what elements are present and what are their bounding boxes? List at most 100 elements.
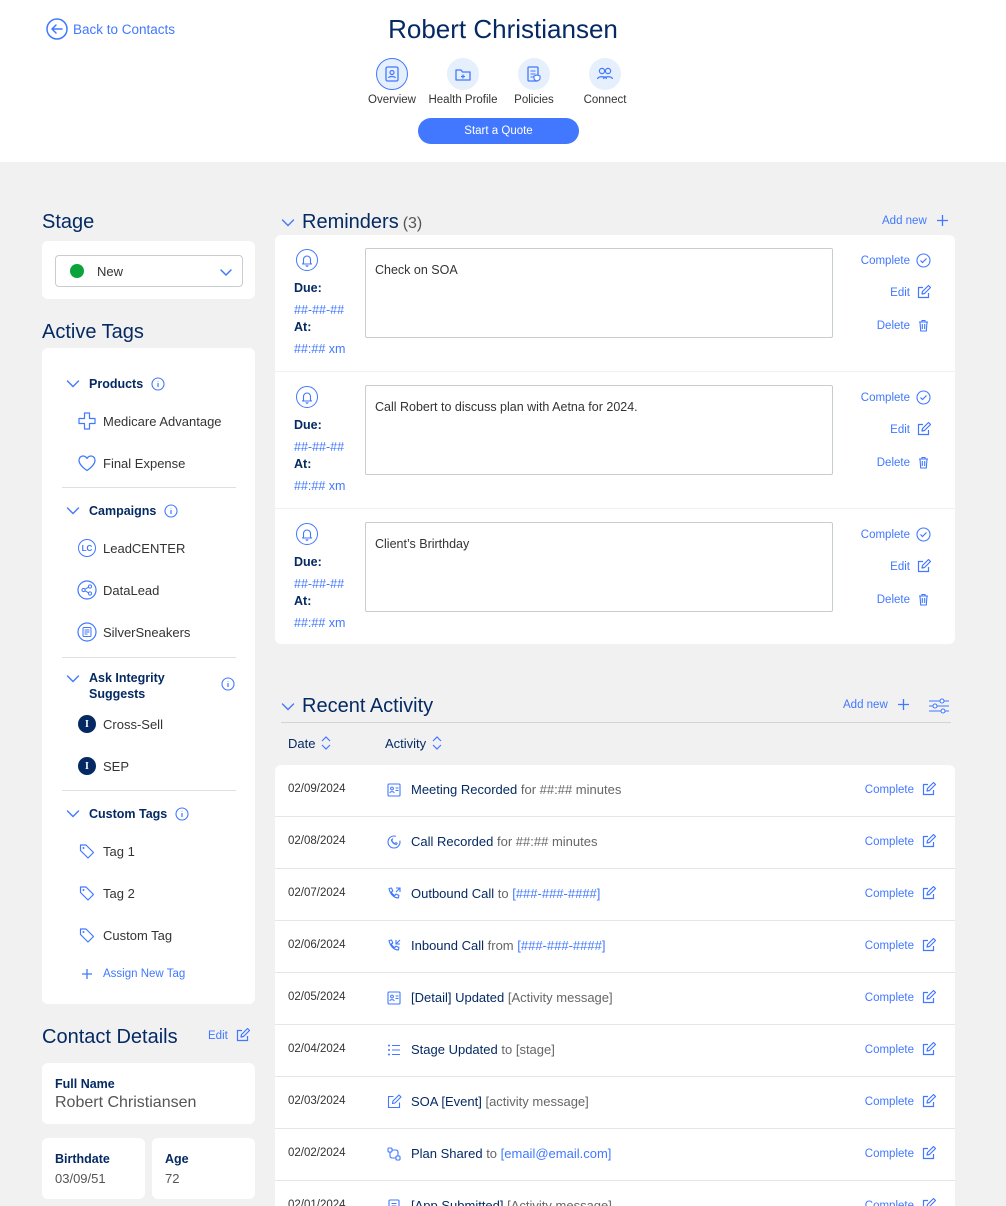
activity-row: 02/06/2024 Inbound Call from [###-###-###… xyxy=(275,921,955,972)
tag-item[interactable]: Final Expense xyxy=(77,453,185,473)
tag-item[interactable]: I Cross-Sell xyxy=(77,714,163,734)
app-submitted-icon xyxy=(386,1198,402,1206)
reminder-delete-button[interactable]: Delete xyxy=(877,455,931,470)
activity-title: SOA [Event] xyxy=(411,1094,482,1109)
reminder-edit-button[interactable]: Edit xyxy=(890,559,931,574)
tag-item[interactable]: Custom Tag xyxy=(77,925,172,945)
reminder-delete-button[interactable]: Delete xyxy=(877,592,931,607)
activity-add-new-button[interactable]: Add new xyxy=(843,698,910,711)
activity-detail[interactable]: [###-###-####] xyxy=(512,886,600,901)
info-icon[interactable] xyxy=(151,377,165,391)
connect-icon xyxy=(589,58,621,90)
reminder-delete-button[interactable]: Delete xyxy=(877,318,931,333)
edit-icon xyxy=(921,834,936,849)
info-icon[interactable] xyxy=(175,807,189,821)
tag-group-label: Ask Integrity Suggests xyxy=(89,671,165,701)
due-label: Due: xyxy=(294,555,322,569)
chevron-down-icon xyxy=(66,674,80,684)
activity-detail: [Activity message] xyxy=(507,990,613,1005)
tag-group-custom-tags[interactable]: Custom Tags xyxy=(66,807,236,821)
tag-item-label: DataLead xyxy=(103,582,160,598)
info-icon[interactable] xyxy=(221,677,235,691)
tag-group-ask-integrity[interactable]: Ask Integrity Suggests xyxy=(66,670,236,702)
activity-complete-button[interactable]: Complete xyxy=(865,990,936,1005)
tag-item[interactable]: LC LeadCENTER xyxy=(77,538,185,558)
sort-icon xyxy=(320,735,332,751)
activity-complete-button[interactable]: Complete xyxy=(865,1198,936,1206)
activity-description: Plan Shared to [email@email.com] xyxy=(411,1146,611,1161)
age-value: 72 xyxy=(165,1171,180,1186)
activity-date: 02/06/2024 xyxy=(288,939,346,951)
start-quote-button[interactable]: Start a Quote xyxy=(418,118,579,144)
health-profile-icon xyxy=(447,58,479,90)
tag-item-label: Tag 2 xyxy=(103,885,135,901)
edit-label: Edit xyxy=(890,423,910,436)
reminder-text[interactable]: Check on SOA xyxy=(365,248,833,338)
edit-icon xyxy=(235,1028,250,1043)
document-list-icon xyxy=(77,622,97,642)
complete-label: Complete xyxy=(864,991,914,1004)
edit-icon xyxy=(916,285,931,300)
stage-title: Stage xyxy=(42,211,95,233)
activity-detail[interactable]: [###-###-####] xyxy=(517,938,605,953)
activity-preposition: for xyxy=(497,834,513,849)
tag-item[interactable]: Tag 2 xyxy=(77,883,135,903)
assign-new-tag-button[interactable]: Assign New Tag xyxy=(77,964,185,984)
chevron-down-icon xyxy=(66,506,80,516)
complete-label: Complete xyxy=(864,835,914,848)
info-icon[interactable] xyxy=(164,504,178,518)
reminder-text[interactable]: Call Robert to discuss plan with Aetna f… xyxy=(365,385,833,475)
reminder-edit-button[interactable]: Edit xyxy=(890,422,931,437)
reminders-add-new-button[interactable]: Add new xyxy=(882,214,949,227)
due-time: ##:## xm xyxy=(294,342,346,356)
activity-complete-button[interactable]: Complete xyxy=(865,1042,936,1057)
activity-complete-button[interactable]: Complete xyxy=(865,886,936,901)
activity-complete-button[interactable]: Complete xyxy=(865,782,936,797)
contact-details-edit-button[interactable]: Edit xyxy=(208,1028,250,1043)
check-circle-icon xyxy=(916,253,931,268)
reminders-header[interactable]: Reminders (3) xyxy=(281,211,422,234)
age-card: Age 72 xyxy=(152,1138,255,1199)
delete-label: Delete xyxy=(876,593,910,606)
tag-group-campaigns[interactable]: Campaigns xyxy=(66,504,236,518)
overview-icon xyxy=(376,58,408,90)
tag-item[interactable]: Medicare Advantage xyxy=(77,411,222,431)
activity-title: Stage Updated xyxy=(411,1042,498,1057)
filter-sliders-icon[interactable] xyxy=(928,697,950,715)
reminder-complete-button[interactable]: Complete xyxy=(861,390,931,405)
due-time: ##:## xm xyxy=(294,616,346,630)
check-circle-icon xyxy=(916,527,931,542)
activity-detail[interactable]: [email@email.com] xyxy=(501,1146,612,1161)
reminder-text[interactable]: Client’s Brirthday xyxy=(365,522,833,612)
activity-complete-button[interactable]: Complete xyxy=(865,1094,936,1109)
tag-item[interactable]: SilverSneakers xyxy=(77,622,190,642)
activity-complete-button[interactable]: Complete xyxy=(865,834,936,849)
chevron-down-icon xyxy=(66,379,80,389)
activity-complete-button[interactable]: Complete xyxy=(865,938,936,953)
sort-icon xyxy=(431,735,443,751)
col-header-date[interactable]: Date xyxy=(288,735,332,751)
edit-icon xyxy=(916,422,931,437)
tab-health-profile-label: Health Profile xyxy=(428,94,498,106)
activity-complete-button[interactable]: Complete xyxy=(865,1146,936,1161)
tag-item[interactable]: Tag 1 xyxy=(77,841,135,861)
stage-select[interactable]: New xyxy=(55,255,243,287)
activity-description: [Detail] Updated [Activity message] xyxy=(411,990,613,1005)
tag-item[interactable]: DataLead xyxy=(77,580,159,600)
reminder-item: Due: ##-##-## At: ##:## xm Call Robert t… xyxy=(275,372,955,508)
tab-connect[interactable]: Connect xyxy=(560,58,650,106)
tag-group-products[interactable]: Products xyxy=(66,377,236,391)
activity-header[interactable]: Recent Activity xyxy=(281,695,433,718)
integrity-badge: I xyxy=(78,757,96,775)
reminder-complete-button[interactable]: Complete xyxy=(861,527,931,542)
col-header-activity[interactable]: Activity xyxy=(385,735,443,751)
activity-date: 02/03/2024 xyxy=(288,1095,346,1107)
due-label: Due: xyxy=(294,281,322,295)
age-label: Age xyxy=(165,1152,189,1166)
reminder-complete-button[interactable]: Complete xyxy=(861,253,931,268)
tag-item-label: Tag 1 xyxy=(103,843,135,859)
active-tags-title: Active Tags xyxy=(42,321,144,343)
reminder-edit-button[interactable]: Edit xyxy=(890,285,931,300)
tag-item[interactable]: I SEP xyxy=(77,756,129,776)
edit-icon xyxy=(921,990,936,1005)
